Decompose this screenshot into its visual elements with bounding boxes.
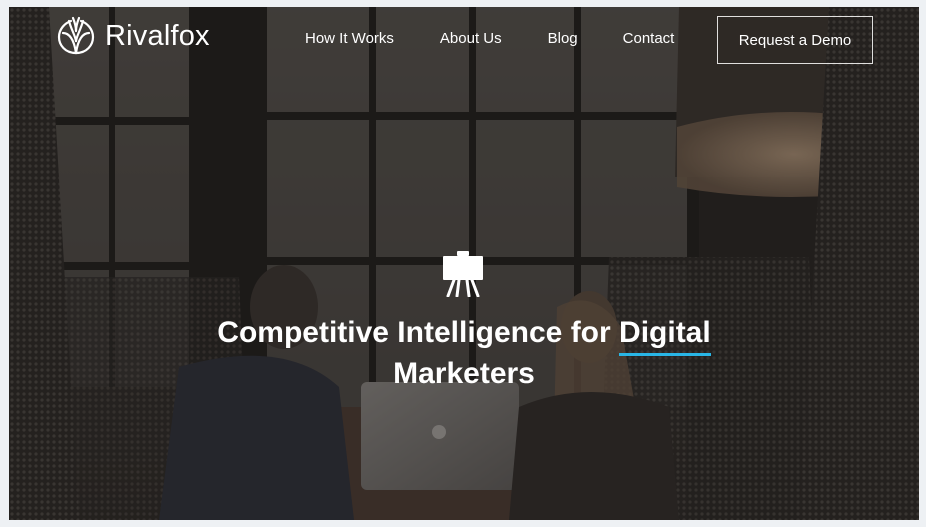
headline-accent-word: Digital	[619, 312, 711, 356]
request-demo-button[interactable]: Request a Demo	[717, 16, 873, 64]
leaf-logo-icon	[57, 16, 95, 55]
brand-name: Rivalfox	[105, 19, 210, 52]
hero-headline: Competitive Intelligence for Digital Mar…	[159, 312, 769, 394]
headline-line-2: Marketers	[393, 357, 535, 390]
nav-link-how-it-works[interactable]: How It Works	[305, 30, 394, 47]
nav-link-about-us[interactable]: About Us	[440, 30, 502, 47]
headline-text: Competitive Intelligence for	[217, 316, 611, 349]
presentation-board-icon	[443, 251, 483, 297]
nav-link-blog[interactable]: Blog	[548, 30, 578, 47]
nav-links: How It Works About Us Blog Contact	[305, 30, 674, 47]
brand-logo[interactable]: Rivalfox	[55, 16, 210, 56]
nav-link-contact[interactable]: Contact	[623, 30, 675, 47]
hero-section: Rivalfox How It Works About Us Blog Cont…	[9, 7, 919, 520]
top-navigation: Rivalfox How It Works About Us Blog Cont…	[9, 7, 919, 77]
